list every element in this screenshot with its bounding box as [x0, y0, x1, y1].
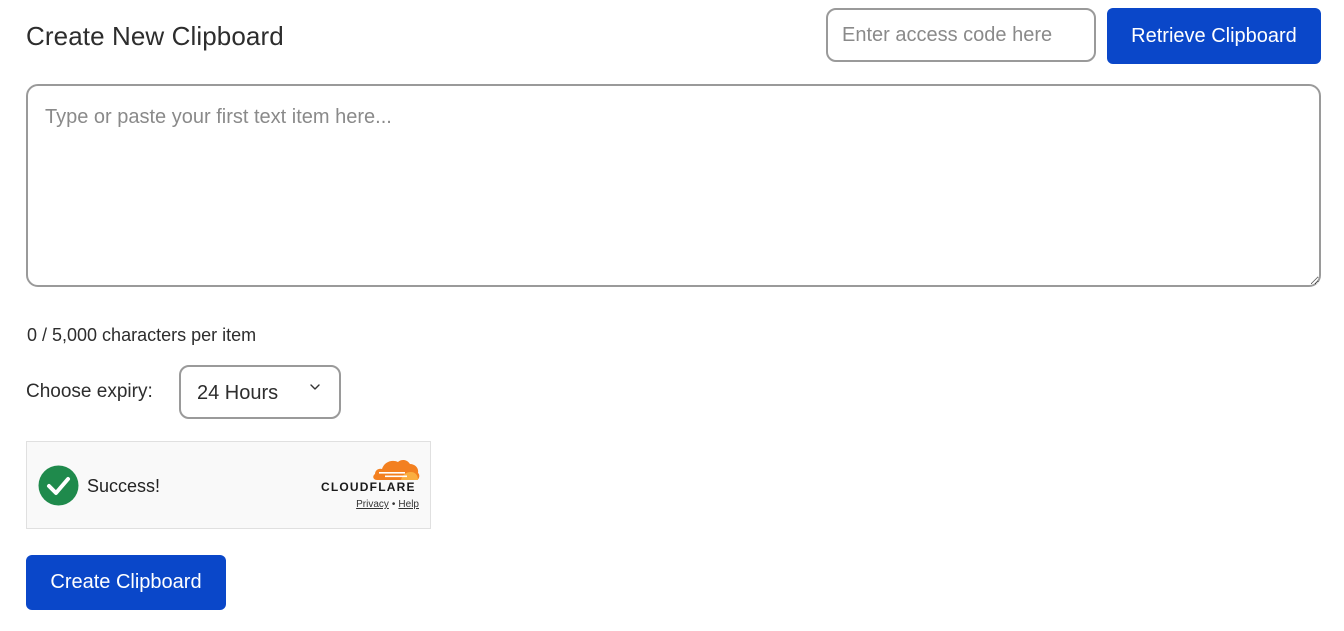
privacy-link[interactable]: Privacy [356, 499, 389, 510]
cloudflare-wordmark: CLOUDFLARE [321, 480, 416, 494]
captcha-status-text: Success! [87, 476, 161, 496]
retrieve-clipboard-button[interactable]: Retrieve Clipboard [1107, 8, 1321, 64]
success-check-icon [38, 465, 79, 506]
chevron-down-icon [310, 384, 320, 390]
character-counter: 0 / 5,000 characters per item [27, 325, 257, 345]
captcha-links: Privacy • Help [356, 499, 419, 511]
access-code-input[interactable] [826, 8, 1096, 62]
expiry-selected-value: 24 Hours [197, 382, 279, 404]
expiry-label: Choose expiry: [26, 381, 153, 402]
help-link[interactable]: Help [398, 499, 419, 510]
expiry-select[interactable]: 24 Hours [179, 365, 341, 419]
page-title: Create New Clipboard [26, 21, 284, 51]
link-separator: • [391, 499, 396, 510]
captcha-widget: Success! CLOUDFLARE Privacy • Help [26, 441, 431, 529]
clipboard-text-input[interactable] [26, 84, 1321, 287]
cloudflare-logo-icon [373, 459, 420, 480]
create-clipboard-button[interactable]: Create Clipboard [26, 555, 226, 610]
